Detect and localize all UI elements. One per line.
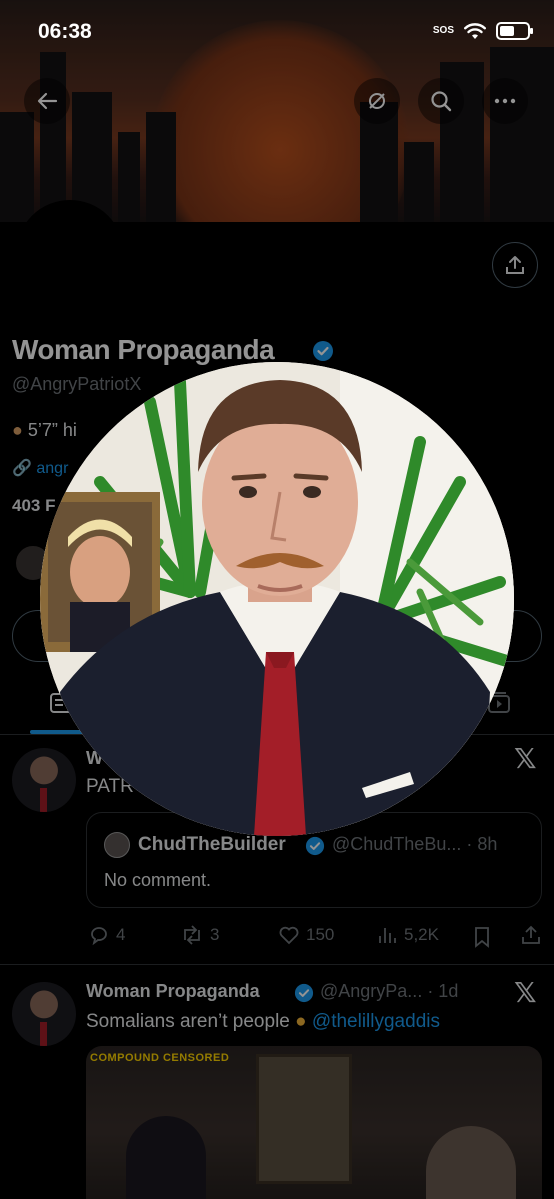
- battery-icon: [496, 22, 533, 40]
- sos-indicator: SOS: [432, 25, 454, 36]
- profile-photo-illustration: [40, 362, 514, 836]
- status-time: 06:38: [38, 20, 92, 43]
- status-bar: 06:38 SOS: [0, 0, 554, 64]
- wifi-icon: [464, 22, 486, 39]
- status-icons: SOS: [432, 22, 533, 40]
- enlarged-profile-photo[interactable]: [40, 362, 514, 836]
